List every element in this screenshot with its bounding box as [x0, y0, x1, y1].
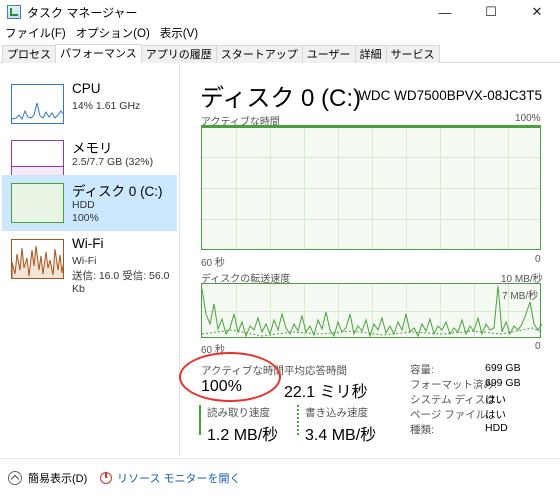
disk-usage-text: 100%	[72, 212, 99, 224]
read-speed-value: 1.2 MB/秒	[207, 427, 279, 444]
task-manager-icon	[7, 5, 21, 19]
title-bar: タスク マネージャー — ☐ ✕	[0, 0, 560, 24]
system-disk-value: はい	[485, 394, 506, 406]
active-time-axis-left: 60 秒	[201, 258, 225, 269]
disk-type-value: HDD	[485, 422, 508, 434]
disk-model: WDC WD7500BPVX-08JC3T5	[358, 88, 542, 103]
highlight-ellipse	[179, 352, 281, 402]
read-speed-label: 読み取り速度	[207, 407, 270, 419]
formatted-label: フォーマット済み:	[410, 379, 497, 391]
page-file-value: はい	[485, 409, 506, 421]
memory-usage-text: 2.5/7.7 GB (32%)	[72, 156, 154, 168]
menu-bar: ファイル(F) オプション(O) 表示(V)	[0, 25, 203, 43]
read-speed-indicator	[199, 405, 201, 435]
close-button[interactable]: ✕	[514, 0, 560, 24]
capacity-label: 容量:	[410, 364, 434, 376]
write-speed-label: 書き込み速度	[305, 407, 368, 419]
disk-type-text: HDD	[72, 199, 95, 211]
transfer-rate-chart	[201, 283, 542, 338]
page-title: ディスク 0 (C:)	[200, 85, 361, 112]
sidebar-item-cpu[interactable]: CPU 14% 1.61 GHz	[2, 76, 177, 132]
tab-bar: プロセス パフォーマンス アプリの履歴 スタートアップ ユーザー 詳細 サービス	[0, 44, 560, 63]
fewer-details-label: 簡易表示(D)	[28, 473, 88, 485]
cpu-usage-text: 14% 1.61 GHz	[72, 100, 141, 112]
tab-startup[interactable]: スタートアップ	[215, 45, 303, 63]
tab-processes[interactable]: プロセス	[2, 45, 56, 63]
sidebar-item-wifi[interactable]: Wi-Fi Wi-Fi 送信: 16.0 受信: 56.0 Kb	[2, 231, 177, 295]
fewer-details-button[interactable]: 簡易表示(D)	[8, 470, 87, 486]
disk-thumbnail-graph	[11, 183, 64, 223]
open-resource-monitor-link[interactable]: リソース モニターを開く	[100, 470, 241, 486]
cpu-thumbnail-graph	[11, 84, 64, 124]
sidebar-item-label: メモリ	[72, 141, 113, 156]
sidebar-item-label: Wi-Fi	[72, 236, 104, 251]
capacity-value: 699 GB	[485, 362, 521, 374]
chevron-up-icon	[8, 471, 22, 485]
resource-monitor-label: リソース モニターを開く	[117, 473, 241, 485]
memory-thumbnail-graph	[11, 140, 64, 180]
active-time-chart-max: 100%	[515, 113, 541, 124]
transfer-rate-graph	[202, 285, 542, 338]
maximize-button[interactable]: ☐	[468, 0, 514, 24]
transfer-rate-mark: 7 MB/秒	[502, 291, 539, 302]
menu-view[interactable]: 表示(V)	[155, 25, 203, 43]
window-title: タスク マネージャー	[27, 5, 138, 20]
wifi-thumbnail-graph	[11, 239, 64, 279]
active-time-line	[202, 126, 540, 128]
wifi-throughput-text: 送信: 16.0 受信: 56.0 Kb	[72, 270, 170, 295]
sidebar-item-label: CPU	[72, 81, 101, 96]
tab-services[interactable]: サービス	[385, 45, 440, 63]
page-file-label: ページ ファイル:	[410, 409, 490, 421]
tab-users[interactable]: ユーザー	[301, 45, 356, 63]
tab-app-history[interactable]: アプリの履歴	[140, 45, 217, 63]
write-speed-indicator	[297, 405, 299, 435]
active-time-axis-right: 0	[535, 254, 541, 265]
avg-response-label: 平均応答時間	[284, 365, 347, 377]
active-time-chart	[201, 125, 541, 250]
sidebar-item-label: ディスク 0 (C:)	[72, 184, 163, 199]
tab-performance[interactable]: パフォーマンス	[55, 44, 142, 63]
resource-sidebar: CPU 14% 1.61 GHz メモリ 2.5/7.7 GB (32%) ディ…	[0, 64, 180, 456]
footer-bar: 簡易表示(D) リソース モニターを開く	[0, 458, 560, 498]
menu-options[interactable]: オプション(O)	[71, 25, 155, 43]
wifi-adapter-text: Wi-Fi	[72, 255, 97, 267]
disk-type-label: 種類:	[410, 424, 434, 436]
menu-file[interactable]: ファイル(F)	[0, 25, 71, 43]
tab-details[interactable]: 詳細	[354, 45, 387, 63]
transfer-rate-axis-right: 0	[535, 341, 541, 352]
sidebar-item-disk[interactable]: ディスク 0 (C:) HDD 100%	[2, 175, 177, 231]
formatted-value: 699 GB	[485, 377, 521, 389]
write-speed-value: 3.4 MB/秒	[305, 427, 377, 444]
resource-monitor-icon	[100, 472, 112, 484]
minimize-button[interactable]: —	[422, 0, 468, 24]
avg-response-value: 22.1 ミリ秒	[284, 384, 368, 401]
window-controls: — ☐ ✕	[422, 0, 560, 24]
